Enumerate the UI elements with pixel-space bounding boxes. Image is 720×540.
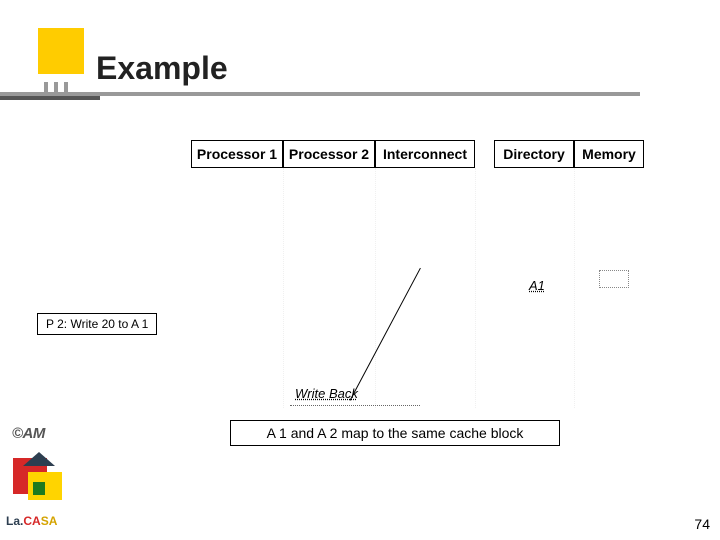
page-number: 74 (694, 516, 710, 532)
logo-text-la: La. (6, 514, 23, 528)
author-mark: ©AM (12, 425, 45, 442)
row-separator (290, 405, 420, 406)
col-header-processor-1: Processor 1 (191, 140, 283, 168)
header-tick-icon (54, 82, 58, 92)
lacasa-wordmark: La.CASA (6, 514, 57, 528)
column-guide (375, 168, 376, 408)
col-header-interconnect: Interconnect (375, 140, 475, 168)
interconnect-msg: Write Back (295, 386, 358, 401)
logo-text-sa: SA (41, 514, 58, 528)
footer-note-text: A 1 and A 2 map to the same cache block (267, 425, 524, 441)
event-p2-write: P 2: Write 20 to A 1 (37, 313, 157, 335)
column-guide (475, 168, 476, 408)
logo-roof-icon (23, 452, 55, 466)
col-header-directory: Directory (494, 140, 574, 168)
col-header-memory: Memory (574, 140, 644, 168)
message-line (350, 268, 421, 401)
slide-title: Example (96, 50, 228, 87)
col-header-processor-2: Processor 2 (283, 140, 375, 168)
slide: Example Processor 1 Processor 2 Intercon… (0, 0, 720, 540)
header-tick-icon (44, 82, 48, 92)
header-accent-box (38, 28, 84, 74)
column-guide (574, 168, 575, 408)
directory-entry: A1 (529, 278, 545, 293)
column-guide (283, 168, 284, 408)
header-tick-icon (64, 82, 68, 92)
footer-note: A 1 and A 2 map to the same cache block (230, 420, 560, 446)
logo-green-block (33, 482, 45, 495)
header-rule-accent (0, 96, 100, 100)
memory-cell-outline (599, 270, 629, 288)
logo-text-ca: CA (23, 514, 40, 528)
